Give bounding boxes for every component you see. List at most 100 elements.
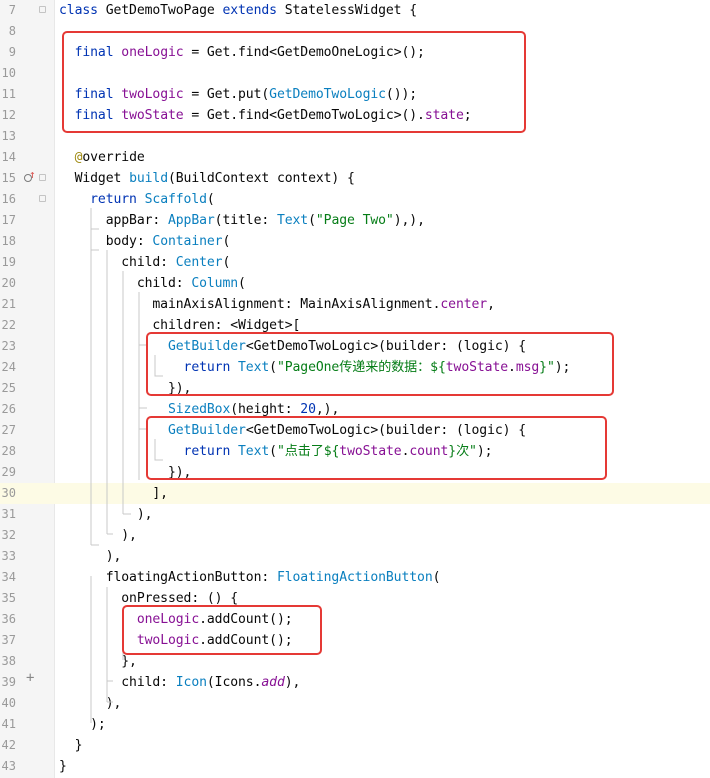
code-line[interactable]: 34 floatingActionButton: FloatingActionB… (0, 567, 710, 588)
code-token: ( (206, 192, 215, 207)
code-line[interactable]: 35 onPressed: () { (0, 588, 710, 609)
code-text[interactable]: mainAxisAlignment: MainAxisAlignment.cen… (59, 294, 495, 315)
code-line[interactable]: 31 ), (0, 504, 710, 525)
code-token: add (261, 675, 285, 690)
line-number: 32 (1, 528, 16, 542)
code-token: floatingActionButton: (59, 570, 277, 585)
line-number: 14 (1, 150, 16, 164)
code-line[interactable]: 42 } (0, 735, 710, 756)
code-text[interactable]: ), (59, 504, 153, 525)
code-token: children: <Widget>[ (59, 318, 301, 333)
code-editor[interactable]: 7 class GetDemoTwoPage extends StatelessW… (0, 0, 710, 778)
code-token: return (90, 192, 145, 207)
code-text[interactable]: } (59, 735, 83, 756)
code-line[interactable]: 32 ), (0, 525, 710, 546)
code-text[interactable]: body: Container( (59, 231, 231, 252)
code-text[interactable]: appBar: AppBar(title: Text("Page Two"),)… (59, 210, 425, 231)
line-number: 33 (1, 549, 16, 563)
code-token: Scaffold (144, 192, 207, 207)
override-arrow-icon[interactable]: ↑ (29, 169, 36, 180)
code-text[interactable]: ], (59, 483, 168, 504)
code-text[interactable]: child: Column( (59, 273, 246, 294)
line-number: 20 (1, 276, 16, 290)
code-token: override (82, 150, 145, 165)
code-text[interactable]: floatingActionButton: FloatingActionButt… (59, 567, 441, 588)
code-line[interactable]: 37 twoLogic.addCount(); (0, 630, 710, 651)
code-text[interactable]: @override (59, 147, 145, 168)
code-line[interactable]: 7 class GetDemoTwoPage extends StatelessW… (0, 0, 710, 21)
line-number: 40 (1, 696, 16, 710)
code-token: ( (222, 255, 231, 270)
code-token: class (59, 3, 106, 18)
code-token: (BuildContext context) { (167, 171, 355, 186)
line-number: 16 (1, 192, 16, 206)
code-token: (Icons. (206, 675, 262, 690)
code-text[interactable]: ), (59, 693, 122, 714)
code-token: child: (59, 255, 176, 270)
code-token: appBar: (59, 213, 168, 228)
code-token: onPressed: () { (59, 591, 239, 606)
code-token: child: (59, 675, 176, 690)
code-token: child: (59, 276, 192, 291)
code-token: ,), (315, 402, 340, 417)
code-token: Icon (175, 675, 207, 690)
code-line[interactable]: 20 child: Column( (0, 273, 710, 294)
code-line[interactable]: 16 return Scaffold( (0, 189, 710, 210)
fold-icon[interactable] (39, 195, 46, 202)
line-number: 8 (8, 24, 16, 38)
code-line[interactable]: 21 mainAxisAlignment: MainAxisAlignment.… (0, 294, 710, 315)
code-text[interactable]: ), (59, 546, 122, 567)
line-number: 12 (1, 108, 16, 122)
line-number: 35 (1, 591, 16, 605)
code-token: body: (59, 234, 153, 249)
code-text[interactable]: child: Center( (59, 252, 230, 273)
code-token: ); (59, 717, 106, 732)
code-line[interactable]: 36 oneLogic.addCount(); (0, 609, 710, 630)
line-number: 13 (1, 129, 16, 143)
code-text[interactable]: } (59, 756, 67, 777)
code-line[interactable]: 43} (0, 756, 710, 777)
code-line[interactable]: 30 ], (0, 483, 710, 504)
code-text[interactable]: Widget build(BuildContext context) { (59, 168, 355, 189)
code-line[interactable]: 14 @override (0, 147, 710, 168)
code-token: ], (59, 486, 168, 501)
code-token: ( (238, 276, 246, 291)
line-number: 31 (1, 507, 16, 521)
code-token: "Page Two" (315, 213, 394, 228)
code-line[interactable]: 33 ), (0, 546, 710, 567)
code-line[interactable]: 19 child: Center( (0, 252, 710, 273)
code-line[interactable]: 41 ); (0, 714, 710, 735)
code-line[interactable]: 38 }, (0, 651, 710, 672)
code-line[interactable]: 40 ), (0, 693, 710, 714)
code-token: AppBar (167, 213, 215, 228)
fold-icon[interactable] (39, 174, 46, 181)
line-number: 30 (1, 486, 16, 500)
code-token: SizedBox (167, 402, 231, 417)
line-number: 36 (1, 612, 16, 626)
code-token: , (487, 297, 495, 312)
code-token: ( (222, 234, 231, 249)
fold-icon[interactable] (39, 6, 46, 13)
line-number: 25 (1, 381, 16, 395)
highlight-box-add-count (122, 605, 322, 655)
code-line[interactable]: 17 appBar: AppBar(title: Text("Page Two"… (0, 210, 710, 231)
code-text[interactable]: ); (59, 714, 106, 735)
code-token: ( (308, 213, 316, 228)
code-text[interactable]: return Scaffold( (59, 189, 215, 210)
code-line[interactable]: 39 child: Icon(Icons.add), (0, 672, 710, 693)
plus-icon[interactable]: + (26, 671, 34, 685)
line-number: 15 (1, 171, 16, 185)
code-line[interactable]: 18 body: Container( (0, 231, 710, 252)
code-line[interactable]: 15 Widget build(BuildContext context) { (0, 168, 710, 189)
code-text[interactable]: ), (59, 525, 137, 546)
code-token: StatelessWidget { (284, 3, 418, 18)
line-number: 43 (1, 759, 16, 773)
line-number: 7 (8, 3, 16, 17)
highlight-box-builder-one (146, 332, 614, 396)
code-token: ), (284, 675, 301, 690)
code-text[interactable]: child: Icon(Icons.add), (59, 672, 300, 693)
code-token: ), (59, 696, 122, 711)
code-text[interactable]: class GetDemoTwoPage extends StatelessWi… (59, 0, 417, 21)
line-number: 24 (1, 360, 16, 374)
